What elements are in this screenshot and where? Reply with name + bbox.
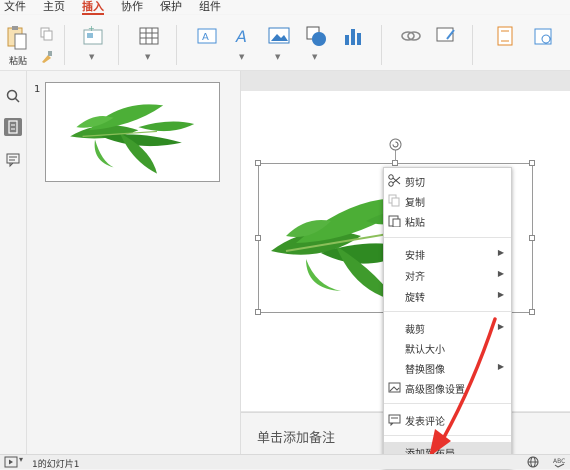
menu-bar: 文件 主页 插入 协作 保护 组件 [0, 0, 570, 15]
resize-handle[interactable] [529, 309, 535, 315]
header-footer-icon [497, 26, 513, 46]
copy-icon [388, 194, 400, 207]
menu-protect[interactable]: 保护 [160, 0, 182, 13]
rotate-handle[interactable] [389, 138, 402, 151]
comment-icon [436, 27, 455, 42]
resize-handle[interactable] [529, 160, 535, 166]
ribbon-separator [381, 25, 382, 65]
chevron-down-icon[interactable]: ▼ [239, 53, 244, 61]
chevron-down-icon[interactable]: ▼ [275, 53, 280, 61]
chevron-down-icon[interactable]: ▼ [312, 53, 317, 61]
resize-handle[interactable] [255, 160, 261, 166]
shapes-icon [306, 26, 326, 46]
menu-insert[interactable]: 插入 [82, 0, 104, 13]
chevron-down-icon[interactable]: ▼ [89, 53, 94, 61]
ribbon-toolbar: 粘贴 + ▼ ▼ A A ▼ ▼ ▼ [0, 15, 570, 71]
paste-label: 粘贴 [9, 57, 28, 67]
paste-icon [388, 215, 401, 227]
chevron-down-icon[interactable]: ▼ [145, 53, 150, 61]
svg-text:+: + [88, 25, 95, 33]
paste-button[interactable] [6, 25, 28, 51]
scissors-icon [388, 174, 401, 187]
ribbon-separator [64, 25, 65, 65]
comment-panel-icon [6, 153, 20, 168]
ctx-copy[interactable]: 复制 [384, 191, 511, 211]
insert-comment-button[interactable] [435, 25, 457, 47]
insert-table-button[interactable] [138, 25, 160, 47]
menu-file[interactable]: 文件 [4, 0, 26, 13]
rotate-connector [395, 150, 396, 161]
slide-number: 1 [34, 84, 41, 95]
textbox-icon: A [197, 28, 217, 44]
comments-panel-button[interactable] [4, 150, 22, 168]
image-settings-icon [388, 382, 401, 393]
submenu-arrow-icon: ▶ [497, 290, 504, 299]
ctx-cut[interactable]: 剪切 [384, 171, 511, 191]
wordart-icon: A [235, 27, 247, 46]
rotate-icon [389, 138, 402, 151]
search-icon [6, 89, 20, 103]
slides-panel-icon [8, 120, 18, 134]
notes-placeholder: 单击添加备注 [257, 431, 336, 446]
status-bar: ▾ 1的幻灯片1 ABC [0, 454, 570, 470]
slideshow-icon[interactable] [4, 456, 18, 468]
ctx-paste[interactable]: 粘贴 [384, 211, 511, 231]
svg-text:A: A [235, 27, 247, 46]
slide-counter: 1的幻灯片1 [32, 460, 80, 470]
new-slide-button[interactable]: + [82, 24, 104, 47]
new-slide-icon: + [83, 24, 103, 45]
chart-icon [345, 29, 361, 45]
header-footer-button[interactable] [494, 25, 516, 47]
copy-button[interactable] [40, 27, 54, 41]
slide-thumbnails-panel: 1 [27, 71, 241, 454]
insert-link-button[interactable] [400, 25, 422, 47]
ctx-align[interactable]: 对齐 ▶ [384, 265, 511, 285]
annotation-arrow [429, 317, 497, 457]
ribbon-separator [118, 25, 119, 65]
picture-icon [268, 27, 290, 44]
resize-handle[interactable] [255, 309, 261, 315]
menu-separator [384, 311, 511, 312]
table-icon [139, 27, 159, 45]
tea-leaves-thumbnail [70, 104, 195, 174]
ctx-rotate[interactable]: 旋转 ▶ [384, 286, 511, 306]
resize-handle[interactable] [529, 235, 535, 241]
slides-panel-button[interactable] [4, 118, 22, 136]
slide-thumbnail[interactable] [45, 82, 220, 182]
link-icon [401, 31, 421, 41]
language-globe-icon[interactable] [527, 456, 539, 468]
paste-icon [7, 26, 27, 50]
copy-icon [40, 27, 53, 41]
menu-separator [384, 237, 511, 238]
insert-chart-button[interactable] [342, 25, 364, 47]
svg-text:A: A [202, 32, 209, 43]
date-time-button[interactable] [532, 25, 554, 47]
submenu-arrow-icon: ▶ [497, 269, 504, 278]
left-toolbar [0, 71, 27, 454]
ribbon-separator [472, 25, 473, 65]
menu-plugins[interactable]: 组件 [199, 0, 221, 13]
insert-wordart-button[interactable]: A [232, 25, 254, 47]
submenu-arrow-icon: ▶ [497, 248, 504, 257]
search-button[interactable] [4, 87, 22, 105]
comment-icon [388, 414, 401, 426]
date-time-icon [534, 28, 552, 45]
spellcheck-icon[interactable]: ABC [553, 456, 567, 468]
insert-textbox-button[interactable]: A [196, 25, 218, 47]
chevron-down-icon[interactable]: ▾ [19, 455, 23, 464]
insert-picture-button[interactable] [268, 25, 290, 47]
resize-handle[interactable] [255, 235, 261, 241]
ctx-arrange[interactable]: 安排 ▶ [384, 244, 511, 264]
format-brush-icon [42, 51, 52, 63]
menu-collaborate[interactable]: 协作 [121, 0, 143, 13]
menu-home[interactable]: 主页 [43, 0, 65, 13]
ribbon-separator [176, 25, 177, 65]
format-painter-button[interactable] [40, 50, 54, 64]
insert-shapes-button[interactable] [305, 25, 327, 47]
